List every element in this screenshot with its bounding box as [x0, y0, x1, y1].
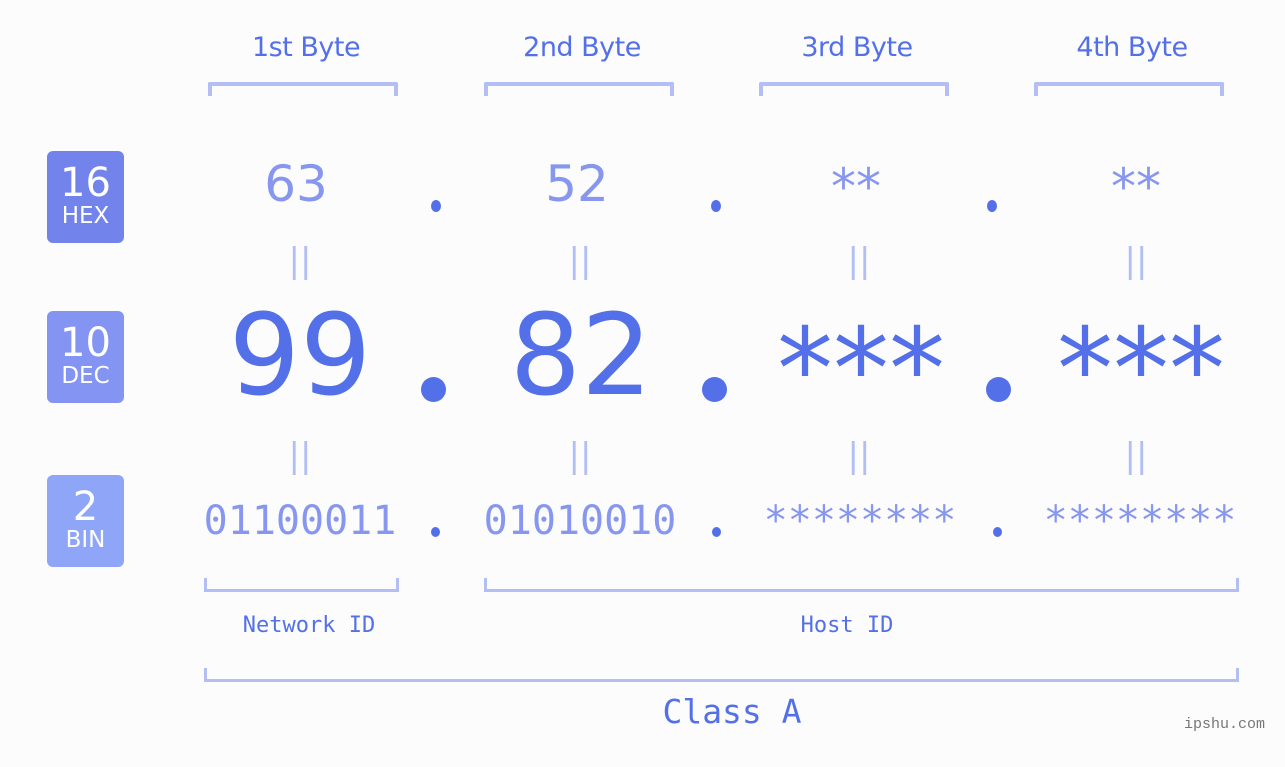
dec-dot-3 [986, 377, 1011, 402]
dec-octet-1: 99 [228, 291, 372, 421]
dec-dot-1 [421, 377, 446, 402]
network-id-label: Network ID [242, 613, 376, 638]
hex-dot-3 [987, 200, 997, 212]
hex-dot-1 [431, 200, 441, 212]
bin-dot-1 [431, 527, 440, 537]
bin-base-label: BIN [65, 527, 106, 553]
network-id-bracket [204, 578, 399, 592]
byte-bracket-1 [208, 82, 398, 96]
byte-bracket-4 [1034, 82, 1224, 96]
dec-octet-4: *** [1057, 305, 1225, 435]
dec-badge: 10 DEC [47, 311, 124, 403]
hex-octet-3: ** [831, 158, 881, 216]
dec-base-label: DEC [61, 363, 110, 389]
host-id-label: Host ID [800, 613, 894, 638]
bin-octet-1: 01100011 [203, 498, 397, 544]
bin-octet-2: 01010010 [483, 498, 677, 544]
dec-base-number: 10 [60, 320, 111, 366]
hex-dot-2 [711, 200, 721, 212]
byte-bracket-3 [759, 82, 949, 96]
equals-icon-dec-bin-3: || [847, 436, 871, 476]
ip-class-label: Class A [662, 692, 802, 731]
hex-base-number: 16 [60, 160, 111, 206]
bin-octet-3: ******** [763, 498, 957, 544]
byte-header-1: 1st Byte [251, 32, 361, 63]
byte-header-4: 4th Byte [1076, 32, 1188, 63]
equals-icon-dec-bin-2: || [568, 436, 592, 476]
bin-octet-4: ******** [1043, 498, 1237, 544]
equals-icon-hex-dec-4: || [1124, 241, 1148, 281]
bin-dot-2 [712, 527, 721, 537]
hex-octet-2: 52 [545, 155, 609, 213]
hex-octet-1: 63 [264, 155, 328, 213]
hex-octet-4: ** [1111, 158, 1161, 216]
dec-dot-2 [702, 377, 727, 402]
dec-octet-3: *** [777, 305, 945, 435]
equals-icon-hex-dec-1: || [288, 241, 312, 281]
class-bracket [204, 668, 1239, 682]
bin-base-number: 2 [72, 484, 99, 530]
hex-base-label: HEX [61, 203, 110, 229]
equals-icon-dec-bin-1: || [288, 436, 312, 476]
equals-icon-dec-bin-4: || [1124, 436, 1148, 476]
bin-dot-3 [993, 527, 1002, 537]
bin-badge: 2 BIN [47, 475, 124, 567]
dec-octet-2: 82 [509, 291, 653, 421]
equals-icon-hex-dec-2: || [568, 241, 592, 281]
site-watermark: ipshu.com [1183, 716, 1265, 733]
hex-badge: 16 HEX [47, 151, 124, 243]
host-id-bracket [484, 578, 1239, 592]
byte-bracket-2 [484, 82, 674, 96]
equals-icon-hex-dec-3: || [847, 241, 871, 281]
byte-header-3: 3rd Byte [801, 32, 913, 63]
byte-header-2: 2nd Byte [523, 32, 641, 63]
